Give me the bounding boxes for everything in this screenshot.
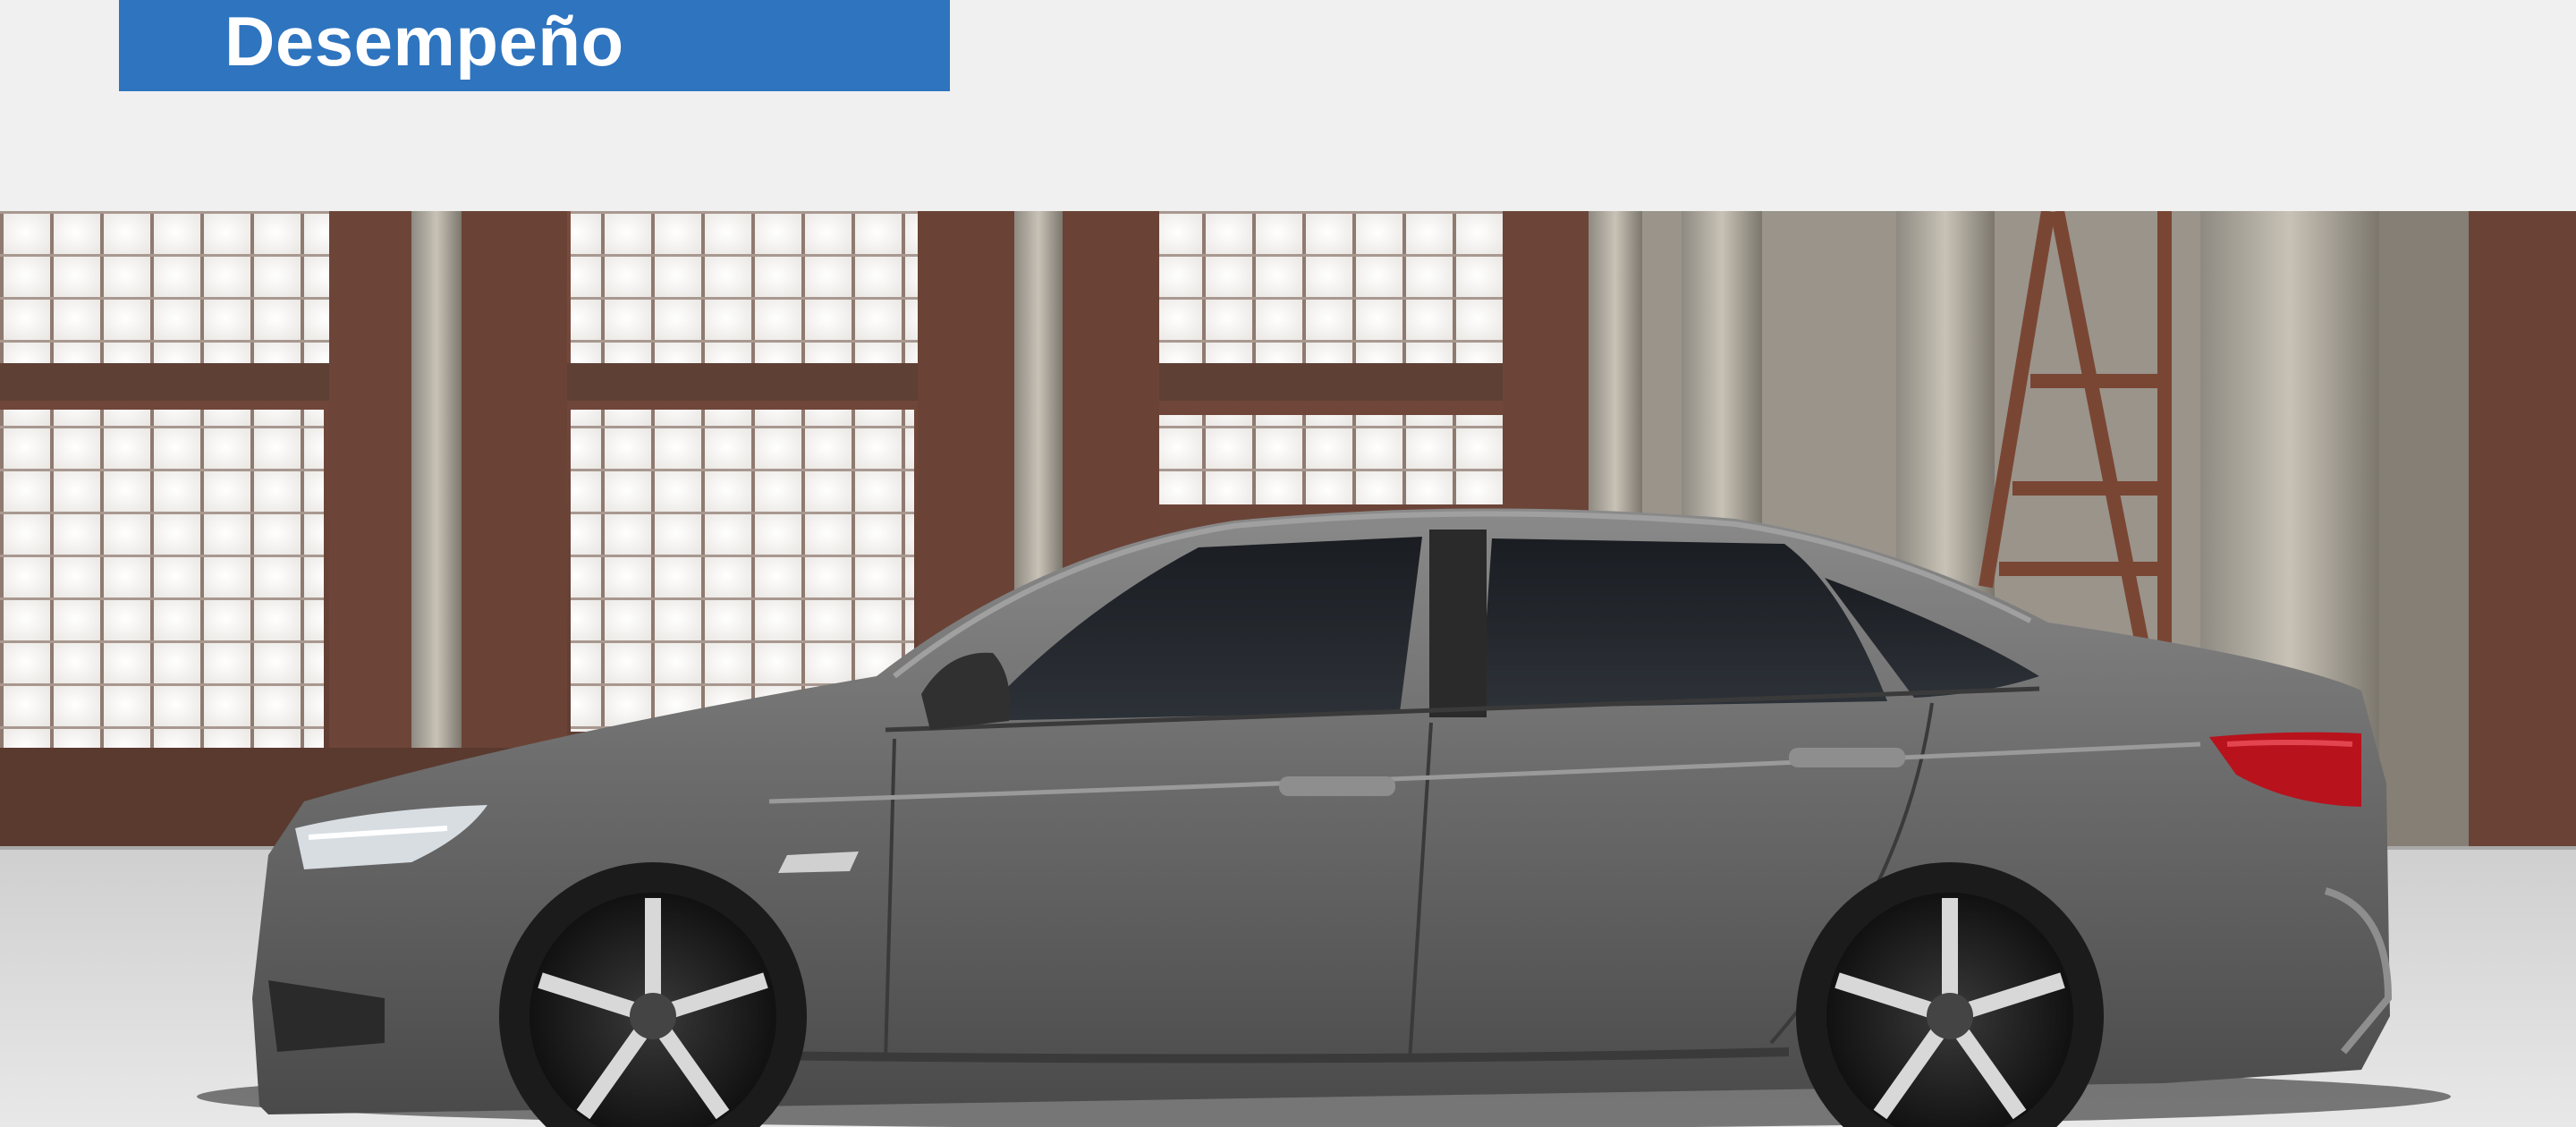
hero-image — [0, 211, 2576, 1127]
warehouse-car-illustration — [0, 211, 2576, 1127]
page-title: Desempeño — [225, 1, 624, 80]
header-band: Desempeño — [0, 0, 2576, 211]
title-banner: Desempeño — [119, 0, 950, 91]
